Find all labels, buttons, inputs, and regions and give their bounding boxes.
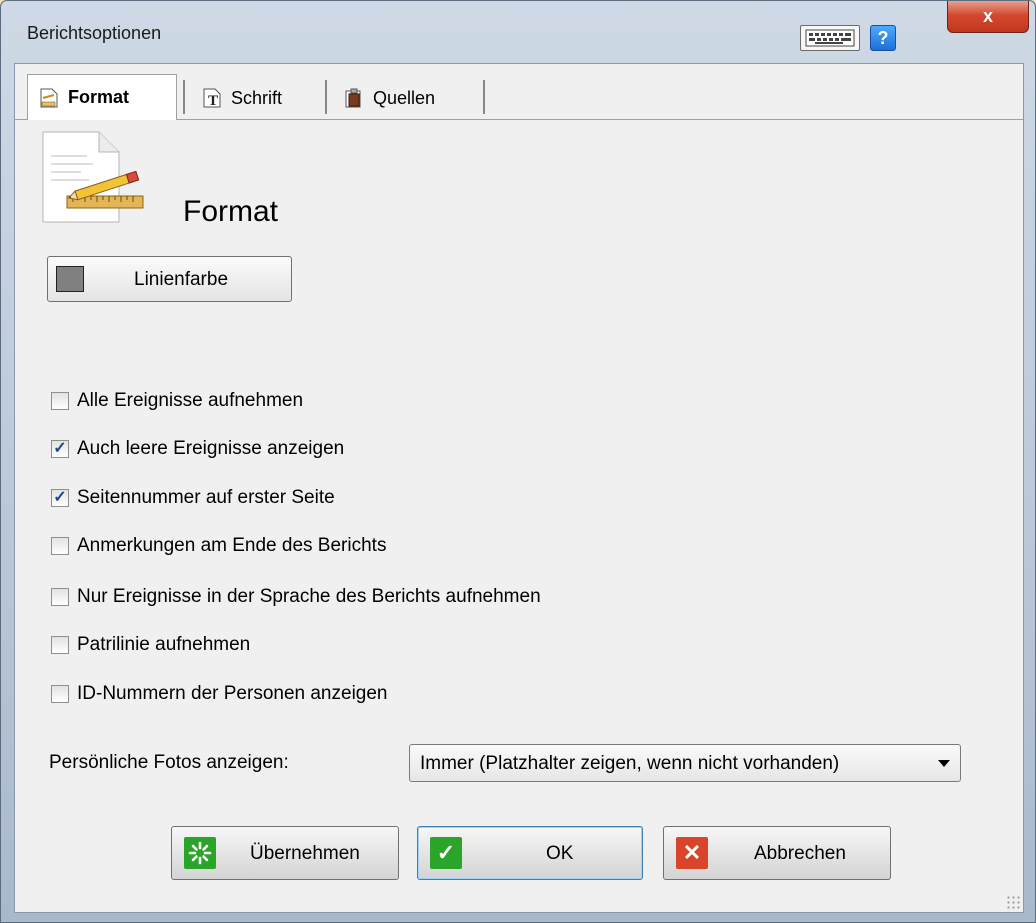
photo-select[interactable]: Immer (Platzhalter zeigen, wenn nicht vo…	[409, 744, 961, 782]
option-label: ID-Nummern der Personen anzeigen	[77, 683, 388, 704]
tab-divider	[183, 80, 185, 114]
option-label: Patrilinie aufnehmen	[77, 634, 251, 655]
option-id-nummern[interactable]: ID-Nummern der Personen anzeigen	[51, 683, 388, 705]
option-label: Alle Ereignisse aufnehmen	[77, 390, 304, 411]
line-color-swatch	[56, 266, 84, 292]
svg-text:T: T	[208, 93, 218, 109]
option-anmerkungen[interactable]: Anmerkungen am Ende des Berichts	[51, 535, 386, 557]
line-color-label: Linienfarbe	[134, 269, 229, 290]
checkbox[interactable]	[51, 537, 69, 555]
button-bar: Übernehmen ✓ OK ✕ Abbrechen	[15, 804, 1023, 912]
option-seitennummer[interactable]: ✓ Seitennummer auf erster Seite	[51, 487, 335, 509]
dialog-body: Format T Schrift Quellen Format Linienfa…	[14, 63, 1024, 913]
tab-format[interactable]: Format	[27, 74, 177, 121]
checkbox-checked[interactable]: ✓	[51, 440, 69, 458]
checkbox[interactable]	[51, 636, 69, 654]
ok-label: OK	[546, 843, 574, 864]
tab-label: Format	[68, 87, 130, 107]
font-icon: T	[201, 87, 223, 109]
option-label: Seitennummer auf erster Seite	[77, 487, 335, 508]
tab-schrift[interactable]: T Schrift	[191, 76, 321, 120]
checkbox[interactable]	[51, 588, 69, 606]
close-button[interactable]: x	[947, 1, 1029, 33]
format-page-icon	[38, 87, 60, 109]
help-icon[interactable]: ?	[870, 25, 896, 51]
apply-label: Übernehmen	[250, 843, 360, 864]
tab-strip: Format T Schrift Quellen	[15, 64, 1023, 121]
apply-button[interactable]: Übernehmen	[171, 826, 399, 880]
option-label: Auch leere Ereignisse anzeigen	[77, 438, 345, 459]
apply-icon	[184, 837, 216, 869]
line-color-button[interactable]: Linienfarbe	[47, 256, 292, 302]
title-bar[interactable]: Berichtsoptionen ? x	[1, 1, 1035, 63]
sources-icon	[343, 87, 365, 109]
tab-divider	[325, 80, 327, 114]
page-title: Format	[183, 195, 279, 228]
tab-label: Schrift	[231, 87, 283, 108]
window-title: Berichtsoptionen	[27, 23, 162, 43]
tab-divider	[483, 80, 485, 114]
option-label: Nur Ereignisse in der Sprache des Berich…	[77, 586, 541, 607]
format-page: Format Linienfarbe Alle Ereignisse aufne…	[15, 120, 1023, 800]
ok-button[interactable]: ✓ OK	[417, 826, 643, 880]
dialog-window: Berichtsoptionen ? x Format T Schrift Qu…	[0, 0, 1036, 923]
cancel-icon: ✕	[676, 837, 708, 869]
option-patrilinie[interactable]: Patrilinie aufnehmen	[51, 634, 250, 656]
checkbox[interactable]	[51, 392, 69, 410]
cancel-button[interactable]: ✕ Abbrechen	[663, 826, 891, 880]
photo-select-value: Immer (Platzhalter zeigen, wenn nicht vo…	[420, 753, 840, 774]
chevron-down-icon[interactable]	[938, 760, 950, 767]
option-sprache[interactable]: Nur Ereignisse in der Sprache des Berich…	[51, 586, 541, 608]
keyboard-icon[interactable]	[800, 25, 860, 51]
option-leere-ereignisse[interactable]: ✓ Auch leere Ereignisse anzeigen	[51, 438, 344, 460]
checkbox-checked[interactable]: ✓	[51, 489, 69, 507]
resize-grip[interactable]	[1006, 895, 1020, 909]
check-icon: ✓	[430, 837, 462, 869]
tab-label: Quellen	[373, 87, 436, 108]
checkbox[interactable]	[51, 685, 69, 703]
option-alle-ereignisse[interactable]: Alle Ereignisse aufnehmen	[51, 390, 303, 412]
document-ruler-pencil-icon	[37, 126, 147, 226]
tab-quellen[interactable]: Quellen	[333, 76, 483, 120]
photo-label: Persönliche Fotos anzeigen:	[49, 752, 289, 773]
option-label: Anmerkungen am Ende des Berichts	[77, 535, 387, 556]
cancel-label: Abbrechen	[754, 843, 846, 864]
